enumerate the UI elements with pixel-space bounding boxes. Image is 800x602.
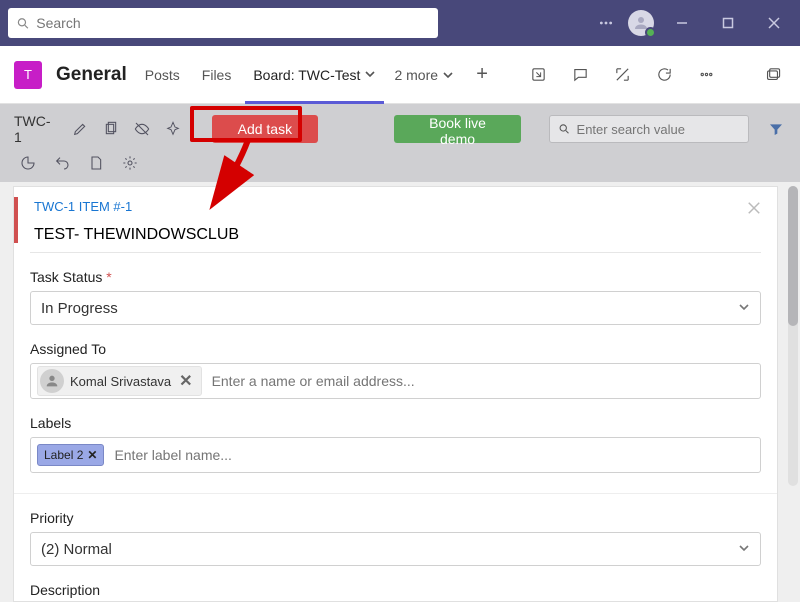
chevron-down-icon (364, 67, 376, 83)
labels-field[interactable]: Label 2 ✕ (30, 437, 761, 473)
pin-icon[interactable] (162, 117, 185, 141)
more-options-icon[interactable] (594, 11, 618, 35)
minimize-button[interactable] (664, 9, 700, 37)
chat-icon[interactable] (566, 61, 594, 89)
board-search[interactable] (549, 115, 749, 143)
chevron-down-icon (738, 300, 750, 317)
tab-files[interactable]: Files (198, 46, 236, 104)
label-chip-text: Label 2 (44, 448, 83, 462)
presence-indicator (645, 27, 656, 38)
task-status-label: Task Status * (30, 269, 761, 285)
copy-icon[interactable] (100, 117, 123, 141)
labels-input[interactable] (110, 443, 754, 467)
remove-label-button[interactable]: ✕ (87, 448, 97, 462)
scrollbar[interactable] (788, 186, 798, 486)
person-chip: Komal Srivastava ✕ (37, 366, 202, 396)
priority-value: (2) Normal (41, 541, 112, 558)
refresh-icon[interactable] (650, 61, 678, 89)
chevron-down-icon (738, 541, 750, 558)
global-search-input[interactable] (36, 15, 430, 31)
close-panel-button[interactable] (745, 199, 763, 222)
task-item-id[interactable]: TWC-1 ITEM #-1 (30, 199, 761, 214)
filter-icon[interactable] (765, 117, 788, 141)
more-tabs[interactable]: 2 more (394, 67, 454, 83)
assigned-to-field[interactable]: Komal Srivastava ✕ (30, 363, 761, 399)
global-search[interactable] (8, 8, 438, 38)
board-id: TWC-1 (12, 113, 61, 145)
priority-label: Priority (30, 510, 761, 526)
popup-icon[interactable] (758, 61, 786, 89)
priority-select[interactable]: (2) Normal (30, 532, 761, 566)
user-avatar[interactable] (628, 10, 654, 36)
person-name: Komal Srivastava (70, 374, 171, 389)
remove-person-button[interactable]: ✕ (177, 371, 194, 391)
person-avatar-icon (40, 369, 64, 393)
tab-board-label: Board: TWC-Test (253, 67, 360, 83)
maximize-button[interactable] (710, 9, 746, 37)
channel-title: General (56, 64, 127, 86)
close-button[interactable] (756, 9, 792, 37)
undo-icon[interactable] (50, 151, 74, 175)
divider (14, 493, 777, 494)
document-icon[interactable] (84, 151, 108, 175)
team-badge: T (14, 61, 42, 89)
assigned-to-input[interactable] (208, 369, 754, 393)
task-name-input[interactable] (30, 220, 761, 253)
chevron-down-icon (442, 69, 454, 81)
more-icon[interactable] (692, 61, 720, 89)
search-icon (16, 16, 30, 31)
tab-board[interactable]: Board: TWC-Test (249, 46, 380, 104)
add-task-button[interactable]: Add task (212, 115, 318, 143)
task-status-value: In Progress (41, 300, 118, 317)
gear-icon[interactable] (118, 151, 142, 175)
edit-icon[interactable] (69, 117, 92, 141)
assigned-to-label: Assigned To (30, 341, 761, 357)
open-app-icon[interactable] (524, 61, 552, 89)
visibility-icon[interactable] (131, 117, 154, 141)
board-toolbar: TWC-1 Add task Book live demo (0, 104, 800, 182)
pie-chart-icon[interactable] (16, 151, 40, 175)
task-panel: TWC-1 ITEM #-1 Task Status * In Progress… (13, 186, 778, 602)
scrollbar-thumb[interactable] (788, 186, 798, 326)
more-tabs-label: 2 more (394, 67, 438, 83)
book-demo-button[interactable]: Book live demo (394, 115, 522, 143)
board-search-input[interactable] (577, 122, 740, 137)
tab-posts[interactable]: Posts (141, 46, 184, 104)
description-label: Description (30, 582, 761, 598)
labels-label: Labels (30, 415, 761, 431)
expand-icon[interactable] (608, 61, 636, 89)
task-status-select[interactable]: In Progress (30, 291, 761, 325)
search-icon (558, 122, 571, 136)
add-tab-button[interactable]: + (468, 61, 496, 89)
label-chip: Label 2 ✕ (37, 444, 104, 466)
